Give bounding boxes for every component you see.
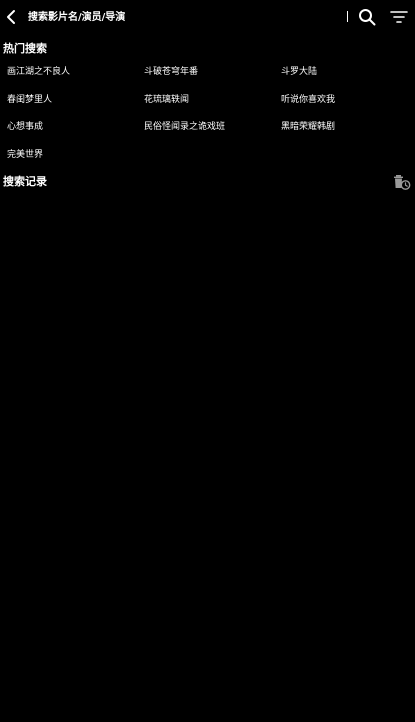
hot-search-item[interactable]: 黑暗荣耀韩剧 [274, 114, 415, 142]
hot-search-item[interactable]: 听说你喜欢我 [274, 87, 415, 115]
text-cursor [347, 11, 348, 22]
clear-history-button[interactable] [392, 172, 412, 192]
search-history-title: 搜索记录 [3, 175, 47, 188]
hot-search-item[interactable]: 完美世界 [0, 142, 137, 170]
hot-search-item[interactable]: 斗破苍穹年番 [137, 59, 274, 87]
back-button[interactable] [0, 4, 22, 30]
clear-history-icon [394, 175, 411, 190]
back-arrow-icon [7, 10, 15, 24]
hot-search-item[interactable]: 民俗怪闻录之诡戏班 [137, 114, 274, 142]
hot-search-list: 画江湖之不良人 斗破苍穹年番 斗罗大陆 春闺梦里人 花琉璃轶闻 听说你喜欢我 心… [0, 59, 415, 169]
search-button[interactable] [355, 5, 379, 29]
search-icon [359, 9, 376, 26]
hot-search-item[interactable]: 画江湖之不良人 [0, 59, 137, 87]
hot-search-item[interactable]: 心想事成 [0, 114, 137, 142]
filter-button[interactable] [386, 5, 412, 29]
filter-icon [390, 11, 408, 23]
hot-search-item[interactable]: 花琉璃轶闻 [137, 87, 274, 115]
hot-search-title: 热门搜索 [3, 42, 47, 55]
search-input[interactable] [24, 4, 339, 30]
hot-search-item[interactable]: 春闺梦里人 [0, 87, 137, 115]
top-bar [0, 0, 415, 34]
hot-search-item[interactable]: 斗罗大陆 [274, 59, 415, 87]
